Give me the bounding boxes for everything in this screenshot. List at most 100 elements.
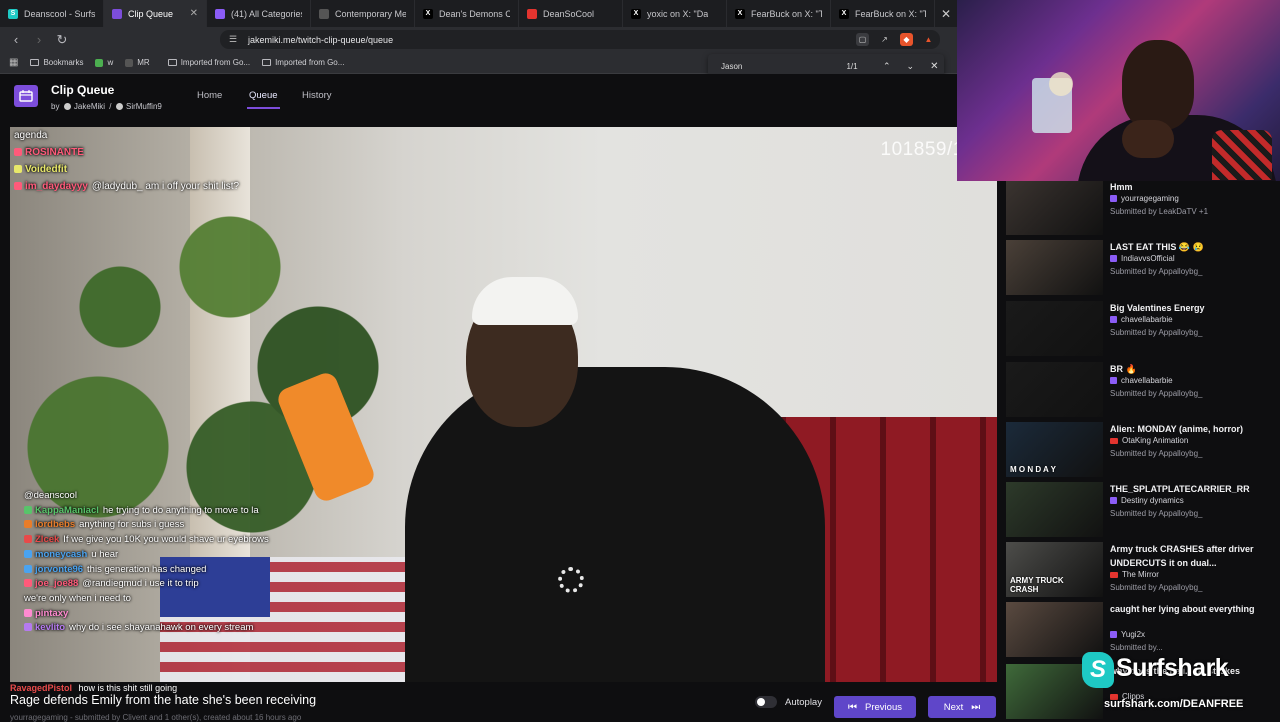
queue-item[interactable]: THE_SPLATPLATECARRIER_RR Destiny dynamics… [1006, 482, 1276, 540]
tab-favicon-icon [527, 8, 537, 19]
next-button[interactable]: Next ⏭ [928, 696, 996, 718]
queue-item-title: BR 🔥 [1110, 364, 1137, 374]
previous-button[interactable]: ⏮ Previous [834, 696, 916, 718]
bookmark-label: Imported from Go... [275, 58, 345, 67]
chat-message: how is this shit still going [78, 683, 178, 693]
clip-title: Rage defends Emily from the hate she's b… [10, 693, 317, 707]
chat-username: RavagedPistol [10, 683, 73, 693]
author-link-jakemiki[interactable]: JakeMiki [74, 102, 105, 111]
chat-badge-icon [24, 535, 32, 544]
tab-title: Dean's Demons Co [439, 8, 510, 19]
webcam-scene-shirt [1212, 130, 1272, 180]
chat-username: ROSINANTE [25, 147, 84, 158]
queue-thumbnail [1006, 240, 1103, 295]
browser-toolbar: ‹ › ↻ ▮ ☰ jakemiki.me/twitch-clip-queue/… [0, 27, 958, 52]
browser-tab[interactable]: X FearBuck on X: "Th [831, 0, 935, 27]
tab-favicon-icon [215, 8, 225, 19]
video-scene-slat [980, 417, 986, 682]
share-icon[interactable]: ↗ [878, 33, 891, 46]
tab-favicon-icon: X [631, 8, 641, 19]
autoplay-toggle[interactable] [755, 696, 777, 708]
tab-close-icon[interactable]: ✕ [190, 8, 198, 19]
chat-badge-icon [14, 148, 22, 156]
browser-tab[interactable]: (41) All Categories [207, 0, 311, 27]
nav-queue[interactable]: Queue [247, 90, 280, 109]
clip-info-bar: RavagedPistol how is this shit still goi… [0, 682, 1000, 722]
browser-tab[interactable]: Xyoxic on X: "Da [623, 0, 727, 27]
queue-item[interactable]: ARMY TRUCK CRASH Army truck CRASHES after… [1006, 542, 1276, 600]
chat-line: joe_joe88 @randiegmud i use it to trip [24, 577, 284, 592]
app-title: Clip Queue [51, 83, 115, 97]
brave-rewards-icon[interactable]: ▲ [922, 33, 935, 46]
queue-item[interactable]: Hmm yourragegaming Submitted by LeakDaTV +… [1006, 180, 1276, 238]
tab-close-icon[interactable]: ✕ [935, 0, 957, 27]
next-label: Next [943, 701, 964, 713]
chat-badge-icon [24, 564, 32, 573]
find-input[interactable]: Jason [721, 62, 831, 71]
address-bar[interactable]: ☰ jakemiki.me/twitch-clip-queue/queue ▢ … [220, 30, 940, 49]
find-count: 1/1 [846, 61, 858, 71]
chat-message: he trying to do anything to move to la [102, 504, 259, 516]
next-icon: ⏭ [971, 701, 981, 713]
queue-item[interactable]: Big Valentines Energy chavellabarbie Submi… [1006, 301, 1276, 359]
queue-item-submitter: Submitted by Appalloybg_ [1110, 449, 1203, 458]
chat-line: kevlito why do i see shayanahawk on every… [24, 621, 284, 636]
queue-item[interactable]: LAST EAT THIS 😂 😢 IndiavvsOfficial Submitt… [1006, 240, 1276, 298]
nav-history[interactable]: History [302, 90, 332, 101]
queue-item-submitter: Submitted by Appalloybg_ [1110, 267, 1203, 276]
queue-item-channel: yourragegaming [1110, 194, 1179, 203]
apps-grid-icon[interactable]: ▦ [9, 57, 18, 68]
queue-item[interactable]: BR 🔥 chavellabarbie Submitted by Appalloyb… [1006, 362, 1276, 420]
nav-home[interactable]: Home [197, 90, 222, 101]
channel-name: yourragegaming [1121, 194, 1179, 203]
chat-message: If we give you 10K you would shave ur ey… [63, 534, 269, 546]
bookmark-item[interactable]: Imported from Go... [262, 58, 344, 67]
forward-icon[interactable]: › [29, 30, 49, 50]
video-player[interactable]: 101859/1020 agenda ROSINANTE Voidedfit im_d… [10, 127, 997, 682]
bookmark-item[interactable]: Bookmarks [30, 58, 83, 67]
tab-favicon-icon: X [839, 8, 849, 19]
chat-message: @deanscool [24, 490, 77, 501]
folder-icon [167, 59, 177, 66]
find-next-icon[interactable]: ⌄ [907, 61, 915, 72]
chat-username: joe_joe88 [35, 578, 79, 590]
chat-line: ROSINANTE [14, 144, 274, 161]
folder-icon [262, 59, 272, 66]
find-previous-icon[interactable]: ⌃ [883, 61, 891, 72]
browser-tab[interactable]: S Deanscool - Surfshark [0, 0, 104, 27]
tab-title: FearBuck on X: "Th [855, 8, 926, 19]
browser-tab[interactable]: X FearBuck on X: "Tw [727, 0, 831, 27]
chat-line: agenda [14, 127, 274, 144]
thumbnail-text: ARMY TRUCK CRASH [1010, 576, 1064, 594]
bookmark-label: Imported from Go... [180, 58, 251, 67]
author-link-sirmuffin9[interactable]: SirMuffin9 [126, 102, 162, 111]
chat-line: pintaxy [24, 607, 284, 622]
find-close-icon[interactable]: ✕ [930, 61, 938, 72]
browser-tab[interactable]: DeanSoCool [519, 0, 623, 27]
browser-tab[interactable]: Contemporary Men [311, 0, 415, 27]
tab-title: yoxic on X: "Da [647, 8, 709, 19]
brave-shield-icon[interactable]: ◆ [900, 33, 913, 46]
tab-search-icon[interactable]: ▢ [856, 33, 869, 46]
bookmark-item[interactable]: MR [125, 58, 150, 67]
chat-badge-icon [24, 608, 32, 617]
back-icon[interactable]: ‹ [6, 30, 26, 50]
reload-icon[interactable]: ↻ [52, 30, 72, 50]
bookmark-item[interactable]: Imported from Go... [167, 58, 251, 67]
surfshark-logo-icon: S [1082, 652, 1114, 688]
browser-tab[interactable]: Clip Queue ✕ [104, 0, 207, 27]
queue-item-title: LAST EAT THIS 😂 😢 [1110, 242, 1204, 252]
clip-queue-logo-icon[interactable] [14, 85, 38, 107]
chat-badge-icon [14, 182, 22, 190]
site-info-icon[interactable]: ☰ [229, 34, 237, 45]
url-text[interactable]: jakemiki.me/twitch-clip-queue/queue [248, 35, 393, 45]
bookmark-favicon-icon [125, 58, 134, 67]
queue-item[interactable]: M O N D A Y Alien: MONDAY (anime, horror)… [1006, 422, 1276, 480]
chat-message: why do i see shayanahawk on every stream [69, 622, 254, 634]
queue-item-title: THE_SPLATPLATECARRIER_RR [1110, 484, 1250, 494]
chat-username: Voidedfit [25, 164, 68, 175]
bookmark-item[interactable]: w [95, 58, 113, 67]
tab-title: Clip Queue [128, 8, 174, 19]
browser-tab[interactable]: X Dean's Demons Co [415, 0, 519, 27]
tab-title: DeanSoCool [543, 8, 595, 19]
